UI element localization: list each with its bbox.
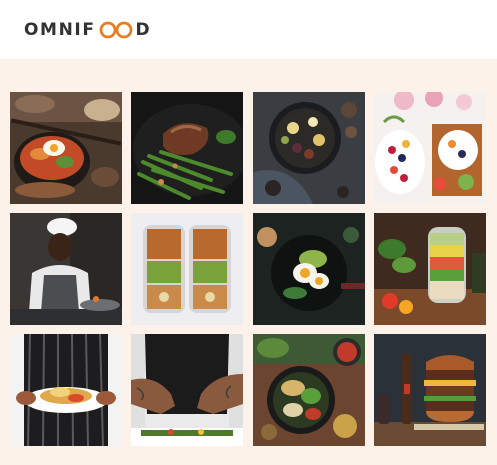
logo-text-start: OMNIF	[24, 19, 96, 40]
gallery-image-bibimbap[interactable]	[10, 92, 122, 204]
grain-bowl-photo	[253, 334, 365, 446]
gallery-image-fruit-spread[interactable]	[374, 92, 486, 204]
site-header: OMNIF D	[0, 0, 497, 59]
burger-photo	[374, 334, 486, 446]
topdown-plate-photo	[253, 92, 365, 204]
gallery-image-meal-prep[interactable]	[131, 213, 243, 325]
omnifood-logo[interactable]: OMNIF D	[24, 18, 151, 42]
gallery-image-chef-cooking[interactable]	[10, 213, 122, 325]
bibimbap-photo	[10, 92, 122, 204]
steak-photo	[131, 92, 243, 204]
salad-jar-photo	[374, 213, 486, 325]
logo-rings-icon	[99, 21, 132, 38]
gallery-image-grain-bowl[interactable]	[253, 334, 365, 446]
gallery-image-avocado-egg[interactable]	[253, 213, 365, 325]
gallery-image-salad-jar[interactable]	[374, 213, 486, 325]
food-gallery	[0, 59, 497, 465]
chef-cooking-photo	[10, 213, 122, 325]
waiter-photo	[10, 334, 122, 446]
avocado-egg-photo	[253, 213, 365, 325]
gallery-image-topdown-plate[interactable]	[253, 92, 365, 204]
gallery-image-waiter[interactable]	[10, 334, 122, 446]
gallery-image-steak[interactable]	[131, 92, 243, 204]
gallery-image-chef-plating[interactable]	[131, 334, 243, 446]
logo-text-end: D	[135, 19, 152, 40]
fruit-spread-photo	[374, 92, 486, 204]
gallery-image-burger[interactable]	[374, 334, 486, 446]
meal-prep-photo	[131, 213, 243, 325]
chef-plating-photo	[131, 334, 243, 446]
